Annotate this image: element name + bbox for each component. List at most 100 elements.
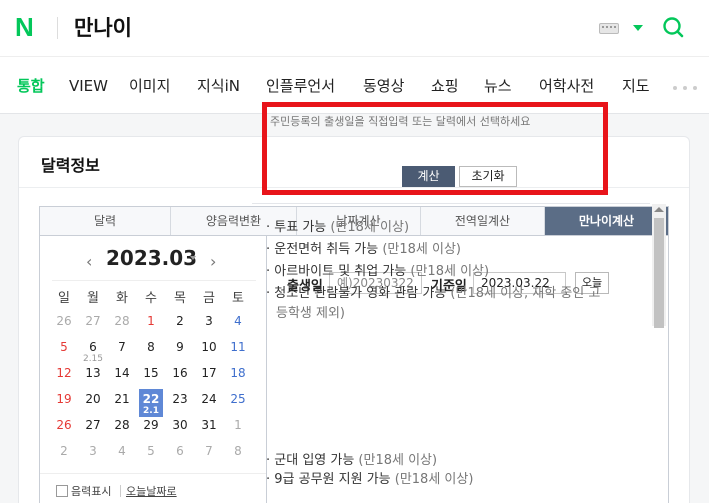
day-number: 11 <box>230 340 246 354</box>
more-icon[interactable] <box>673 86 699 90</box>
result-text: 투표 가능 <box>274 220 327 235</box>
day-number: 30 <box>172 418 188 432</box>
day-number: 28 <box>114 418 130 432</box>
tab-video[interactable]: 동영상 <box>363 76 404 96</box>
search-icon[interactable] <box>662 16 684 38</box>
next-month-button[interactable]: › <box>210 252 216 271</box>
day-number: 3 <box>89 444 97 458</box>
calendar-day[interactable]: 2 <box>168 314 192 338</box>
result-item: · 9급 공무원 지원 가능 (만18세 이상) <box>266 472 474 487</box>
calendar-day[interactable]: 6 <box>168 444 192 468</box>
calendar-day[interactable]: 25 <box>226 392 250 416</box>
calendar-day[interactable]: 9 <box>168 340 192 364</box>
calendar-day[interactable]: 26 <box>52 314 76 338</box>
tab-shopping[interactable]: 쇼핑 <box>431 76 459 96</box>
day-number: 27 <box>85 314 101 328</box>
calendar-day[interactable]: 28 <box>110 418 134 442</box>
calculate-button[interactable]: 계산 <box>402 166 455 187</box>
calendar-day[interactable]: 10 <box>197 340 221 364</box>
result-condition: (만18세 이상) <box>354 453 438 468</box>
tab-map[interactable]: 지도 <box>622 76 650 96</box>
calendar-day[interactable]: 6 2.15 <box>81 340 105 364</box>
calc-tab-calendar[interactable]: 달력 <box>40 207 171 235</box>
day-number: 31 <box>201 418 217 432</box>
calendar-day[interactable]: 15 <box>139 366 163 390</box>
calendar-day[interactable]: 5 <box>52 340 76 364</box>
calendar-day[interactable]: 3 <box>197 314 221 338</box>
calendar-day[interactable]: 11 <box>226 340 250 364</box>
calendar-month[interactable]: 2023.03 <box>106 246 197 270</box>
tab-influencer[interactable]: 인플루언서 <box>266 76 335 96</box>
calendar-divider <box>52 280 256 281</box>
calendar-day[interactable]: 23 <box>168 392 192 416</box>
result-condition: (만18세 이상) <box>390 472 474 487</box>
reset-button[interactable]: 초기화 <box>459 166 517 187</box>
calendar-day[interactable]: 7 <box>197 444 221 468</box>
weekday-label: 일 <box>58 291 70 306</box>
lunar-date: 2.15 <box>82 354 104 364</box>
result-item: · 투표 가능 (만18세 이상) <box>266 220 410 235</box>
calendar-day[interactable]: 5 <box>139 444 163 468</box>
calendar-day[interactable]: 24 <box>197 392 221 416</box>
calendar-day[interactable]: 12 <box>52 366 76 390</box>
keyboard-icon[interactable] <box>599 23 619 34</box>
calendar-day[interactable]: 4 <box>226 314 250 338</box>
calendar-day[interactable]: 14 <box>110 366 134 390</box>
day-number: 4 <box>118 444 126 458</box>
tab-dictionary[interactable]: 어학사전 <box>539 76 594 96</box>
tab-news[interactable]: 뉴스 <box>484 76 512 96</box>
tab-knowledge-in[interactable]: 지식iN <box>197 76 240 96</box>
calendar-day[interactable]: 4 <box>110 444 134 468</box>
weekday-label: 화 <box>116 291 128 306</box>
calendar-day[interactable]: 7 <box>110 340 134 364</box>
calendar-day[interactable]: 26 <box>52 418 76 442</box>
tab-view[interactable]: VIEW <box>69 76 108 96</box>
calendar-day[interactable]: 30 <box>168 418 192 442</box>
day-number: 7 <box>118 340 126 354</box>
footer-divider <box>120 485 121 497</box>
lunar-toggle-label[interactable]: 음력표시 <box>71 483 111 499</box>
calendar-day[interactable]: 16 <box>168 366 192 390</box>
calendar-day[interactable]: 18 <box>226 366 250 390</box>
result-text: 군대 입영 가능 <box>274 453 355 468</box>
tab-integrated[interactable]: 통합 <box>17 76 45 96</box>
calendar-day[interactable]: 20 <box>81 392 105 416</box>
scroll-thumb[interactable] <box>654 218 664 328</box>
day-number: 7 <box>205 444 213 458</box>
calendar-day[interactable]: 19 <box>52 392 76 416</box>
calendar-day[interactable]: 2 <box>52 444 76 468</box>
calendar-day[interactable]: 8 <box>226 444 250 468</box>
card-title: 달력정보 <box>41 156 100 175</box>
day-number: 26 <box>56 418 72 432</box>
calendar-day[interactable]: 21 <box>110 392 134 416</box>
weekday-label: 금 <box>203 291 215 306</box>
day-number: 1 <box>147 314 155 328</box>
calendar-day[interactable]: 31 <box>197 418 221 442</box>
day-number: 5 <box>147 444 155 458</box>
calendar-day[interactable]: 29 <box>139 418 163 442</box>
calendar-day[interactable]: 8 <box>139 340 163 364</box>
day-number: 9 <box>176 340 184 354</box>
day-number: 1 <box>234 418 242 432</box>
calendar-day[interactable]: 28 <box>110 314 134 338</box>
search-query[interactable]: 만나이 <box>74 13 132 43</box>
calendar-day[interactable]: 13 <box>81 366 105 390</box>
calendar-day[interactable]: 3 <box>81 444 105 468</box>
tab-image[interactable]: 이미지 <box>129 76 170 96</box>
lunar-checkbox[interactable] <box>56 485 68 497</box>
day-number: 20 <box>85 392 101 406</box>
month-dropdown-icon[interactable] <box>190 256 196 260</box>
result-text: 아르바이트 및 취업 가능 <box>274 264 407 279</box>
scroll-up-icon[interactable] <box>654 207 664 212</box>
calendar-day[interactable]: 1 <box>139 314 163 338</box>
dropdown-caret-icon[interactable] <box>633 25 643 31</box>
calendar-day[interactable]: 22 2.1 <box>139 389 163 417</box>
prev-month-button[interactable]: ‹ <box>86 252 92 271</box>
calendar-day[interactable]: 27 <box>81 314 105 338</box>
result-item: · 아르바이트 및 취업 가능 (만18세 이상) <box>266 264 490 279</box>
naver-logo[interactable]: N <box>15 14 41 40</box>
today-link[interactable]: 오늘날짜로 <box>126 483 177 499</box>
calendar-day[interactable]: 27 <box>81 418 105 442</box>
calendar-day[interactable]: 1 <box>226 418 250 442</box>
calendar-day[interactable]: 17 <box>197 366 221 390</box>
